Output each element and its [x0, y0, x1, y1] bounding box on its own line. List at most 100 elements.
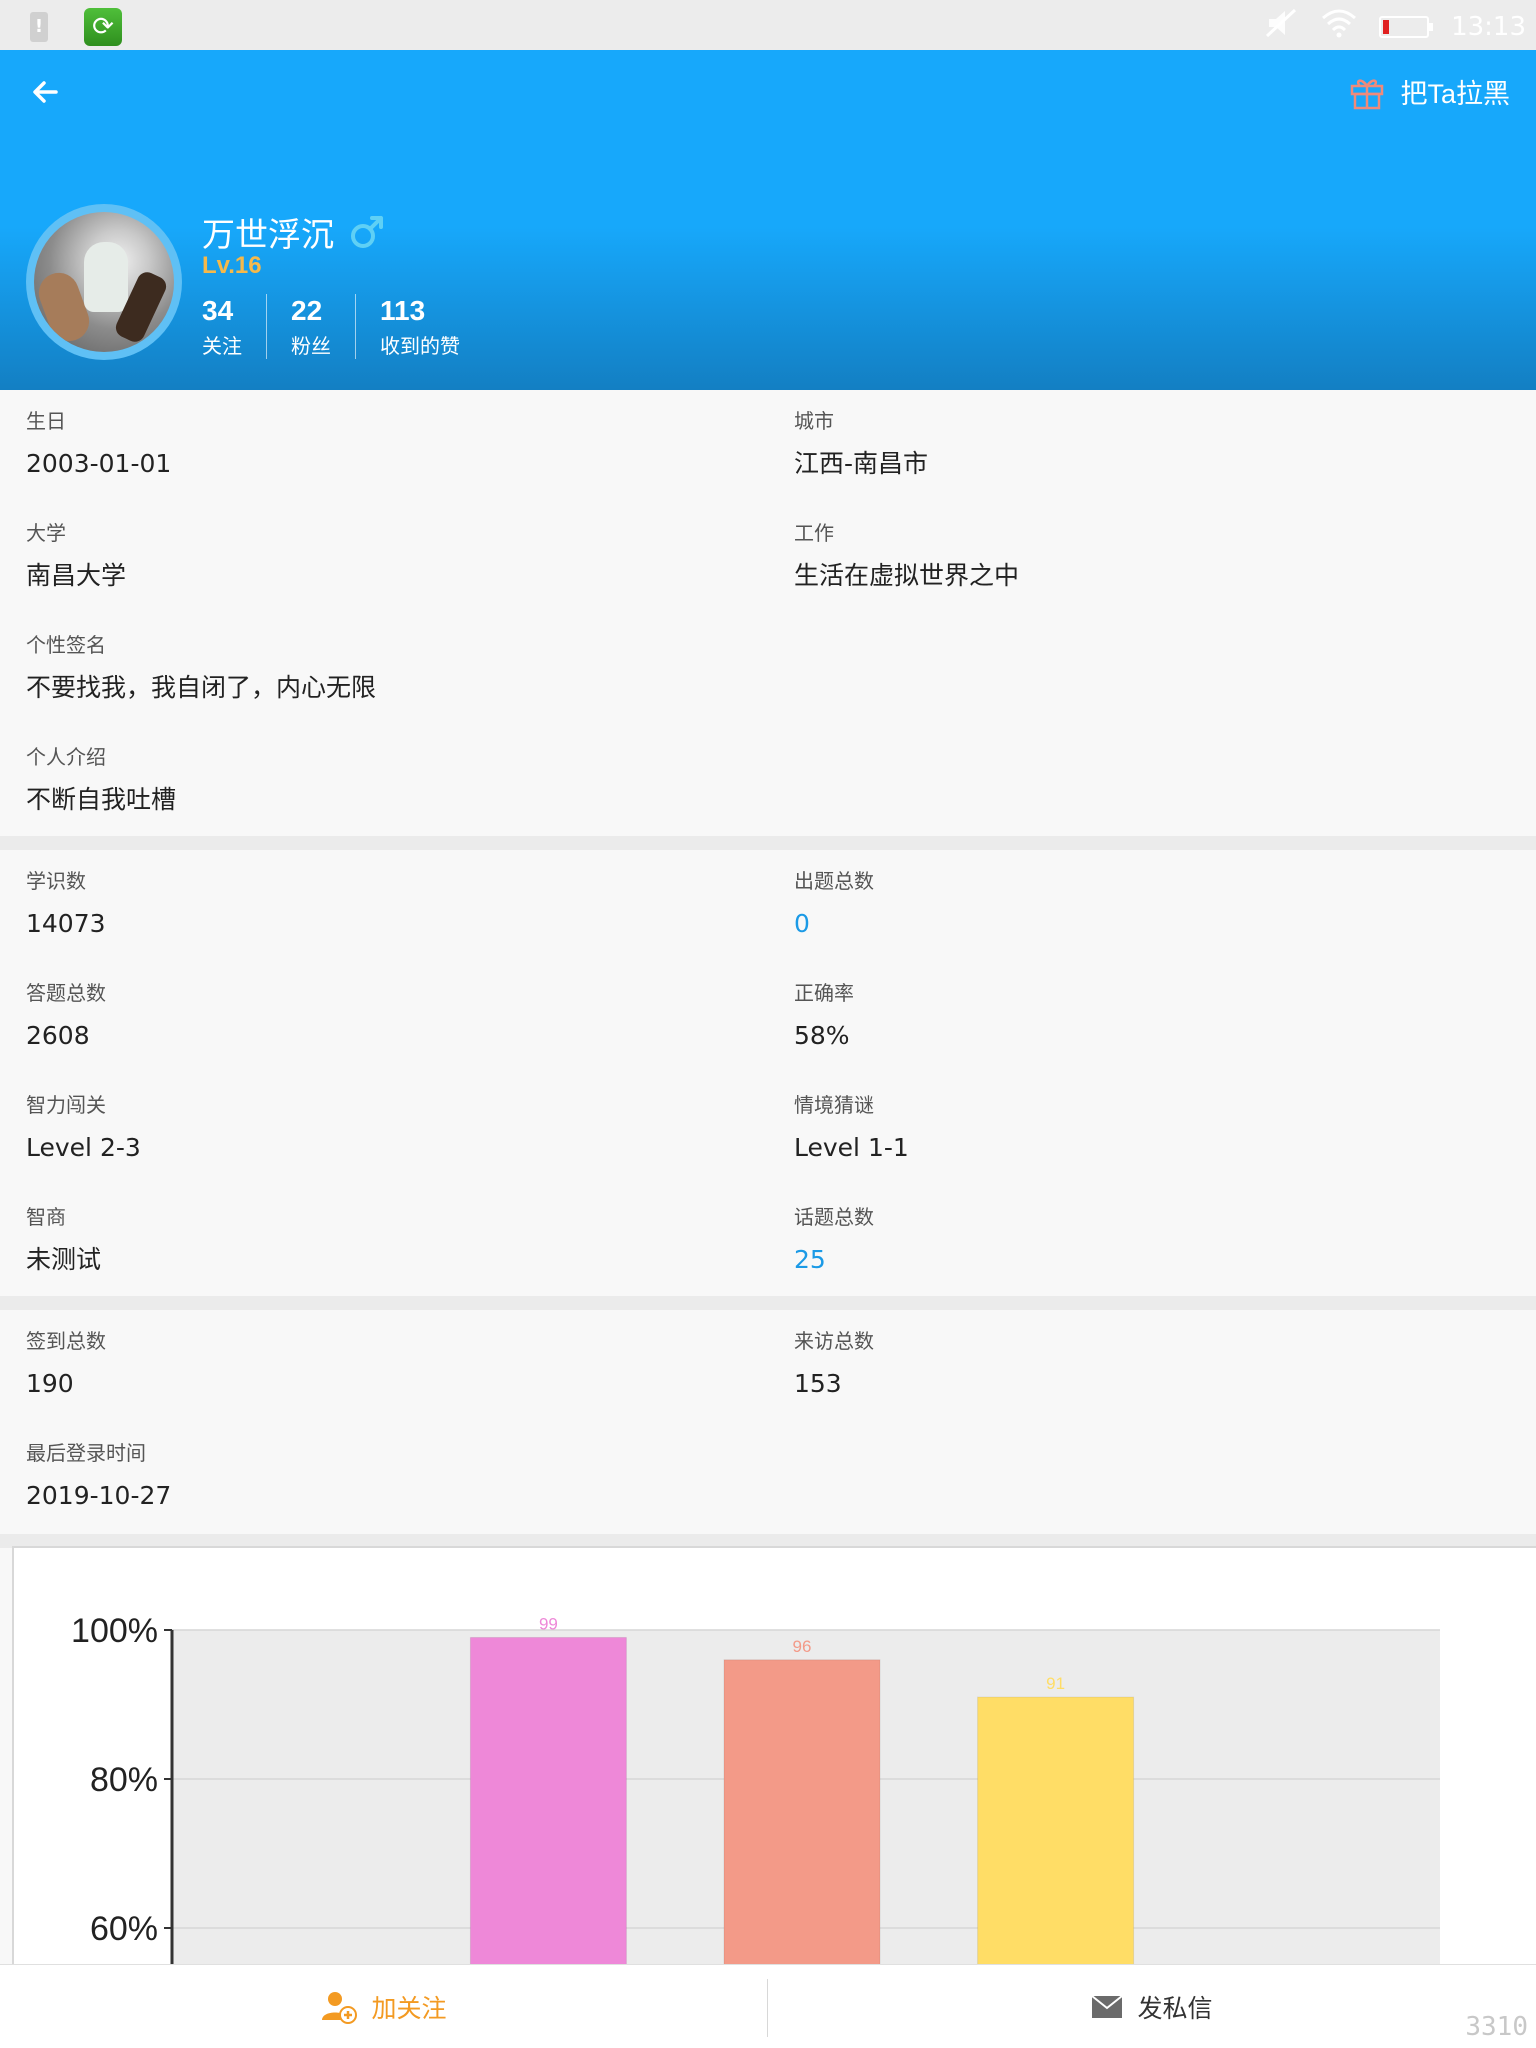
block-user-button[interactable]: 把Ta拉黑	[1348, 72, 1510, 111]
field-value: 14073	[26, 909, 106, 938]
battery-icon	[1379, 16, 1434, 38]
y-tick-label: 80%	[90, 1761, 158, 1799]
field-label: 生日	[26, 409, 66, 433]
profile-section: 生日 2003-01-01 城市 江西-南昌市 大学 南昌大学 工作 生活在虚拟…	[0, 390, 1536, 836]
clock: 13:13	[1451, 12, 1526, 42]
add-user-icon	[322, 1992, 358, 2024]
field-label: 智商	[26, 1205, 66, 1229]
activity-section: 签到总数 190 来访总数 153 最后登录时间 2019-10-27	[0, 1310, 1536, 1534]
field-value: Level 1-1	[794, 1133, 909, 1162]
field-iq: 智商 未测试	[26, 1204, 101, 1276]
field-value: 江西-南昌市	[794, 449, 929, 478]
field-label: 大学	[26, 521, 66, 545]
user-level: Lv.16	[202, 252, 262, 279]
section-divider	[0, 836, 1536, 850]
arrow-left-icon	[33, 81, 58, 103]
field-label: 学识数	[26, 869, 86, 893]
male-icon	[351, 216, 383, 248]
profile-header: 把Ta拉黑 万世浮沉 Lv.16 34 关注 22 粉丝 113 收到的赞	[0, 50, 1536, 390]
chart-card: 60% 80% 100% 99 96 91	[12, 1546, 1536, 1966]
field-signature: 个性签名 不要找我，我自闭了，内心无限	[26, 632, 376, 704]
stat-value: 22	[291, 295, 323, 326]
status-bar: ⟳ 13:13	[0, 0, 1536, 50]
stat-followers[interactable]: 22 粉丝	[266, 294, 355, 359]
stat-following[interactable]: 34 关注	[202, 294, 266, 359]
field-value: 2019-10-27	[26, 1481, 172, 1510]
field-job: 工作 生活在虚拟世界之中	[794, 520, 1019, 592]
message-label: 发私信	[1137, 1994, 1213, 2023]
avatar-image	[34, 212, 174, 352]
section-divider	[0, 1296, 1536, 1310]
mute-icon	[1265, 8, 1299, 46]
topics-link[interactable]: 25	[794, 1244, 874, 1276]
bar-chart: 60% 80% 100% 99 96 91	[71, 1612, 1440, 1966]
stat-value: 113	[380, 295, 426, 326]
field-label: 城市	[794, 409, 834, 433]
field-label: 智力闯关	[26, 1093, 106, 1117]
back-button[interactable]	[26, 72, 66, 112]
field-checkins: 签到总数 190	[26, 1328, 106, 1400]
block-label: 把Ta拉黑	[1400, 79, 1510, 109]
bar-value-label: 91	[1046, 1674, 1065, 1693]
bar	[977, 1696, 1135, 1966]
wifi-icon	[1321, 8, 1357, 46]
y-tick-label: 100%	[71, 1612, 158, 1650]
battery-alert-icon	[30, 12, 48, 42]
field-university: 大学 南昌大学	[26, 520, 126, 592]
field-last-login: 最后登录时间 2019-10-27	[26, 1440, 171, 1512]
avatar[interactable]	[26, 204, 182, 360]
field-value: 190	[26, 1369, 74, 1398]
stat-label: 收到的赞	[380, 334, 460, 358]
field-label: 正确率	[794, 981, 854, 1005]
social-stats: 34 关注 22 粉丝 113 收到的赞	[202, 294, 484, 359]
bar-value-label: 99	[539, 1614, 558, 1633]
field-value: 不断自我吐槽	[26, 785, 177, 814]
field-label: 个性签名	[26, 633, 106, 657]
y-tick-label: 60%	[90, 1910, 158, 1948]
field-label: 工作	[794, 521, 834, 545]
stat-likes[interactable]: 113 收到的赞	[355, 294, 484, 359]
stat-label: 粉丝	[291, 334, 331, 358]
field-label: 来访总数	[794, 1329, 874, 1353]
gift-icon	[1351, 78, 1384, 109]
field-value: 不要找我，我自闭了，内心无限	[26, 673, 377, 702]
field-accuracy: 正确率 58%	[794, 980, 854, 1052]
field-knowledge: 学识数 14073	[26, 868, 106, 940]
field-value: 58%	[794, 1021, 850, 1050]
field-value: 未测试	[26, 1245, 102, 1274]
field-topics[interactable]: 话题总数 25	[794, 1204, 874, 1276]
follow-label: 加关注	[371, 1994, 447, 2023]
field-label: 话题总数	[794, 1205, 874, 1229]
bar	[469, 1636, 627, 1966]
field-label: 签到总数	[26, 1329, 106, 1353]
follow-button[interactable]: 加关注	[0, 1965, 768, 2048]
message-button[interactable]: 发私信	[768, 1965, 1536, 2048]
field-intro: 个人介绍 不断自我吐槽	[26, 744, 176, 816]
field-label: 情境猜谜	[794, 1093, 874, 1117]
bar	[723, 1659, 881, 1966]
sync-app-icon: ⟳	[84, 8, 122, 46]
field-value: Level 2-3	[26, 1133, 141, 1162]
questions-created-link[interactable]: 0	[794, 908, 874, 940]
field-value: 南昌大学	[26, 561, 127, 590]
stats-section: 学识数 14073 出题总数 0 答题总数 2608 正确率 58% 智力闯关 …	[0, 850, 1536, 1296]
field-value: 生活在虚拟世界之中	[794, 561, 1020, 590]
stat-label: 关注	[202, 334, 242, 358]
stat-value: 34	[202, 295, 234, 326]
bottom-action-bar: 加关注 发私信 3310	[0, 1964, 1536, 2048]
field-riddle: 情境猜谜 Level 1-1	[794, 1092, 909, 1164]
bar-divider	[767, 1979, 768, 2037]
field-value: 153	[794, 1369, 842, 1398]
field-puzzle: 智力闯关 Level 2-3	[26, 1092, 141, 1164]
field-questions-created[interactable]: 出题总数 0	[794, 868, 874, 940]
field-label: 出题总数	[794, 869, 874, 893]
field-birthday: 生日 2003-01-01	[26, 408, 171, 480]
field-visits: 来访总数 153	[794, 1328, 874, 1400]
field-value: 2608	[26, 1021, 90, 1050]
field-city: 城市 江西-南昌市	[794, 408, 928, 480]
username: 万世浮沉	[202, 216, 334, 253]
watermark: 3310	[1465, 2012, 1528, 2042]
bar-value-label: 96	[793, 1637, 812, 1656]
field-label: 个人介绍	[26, 745, 106, 769]
field-answers: 答题总数 2608	[26, 980, 106, 1052]
